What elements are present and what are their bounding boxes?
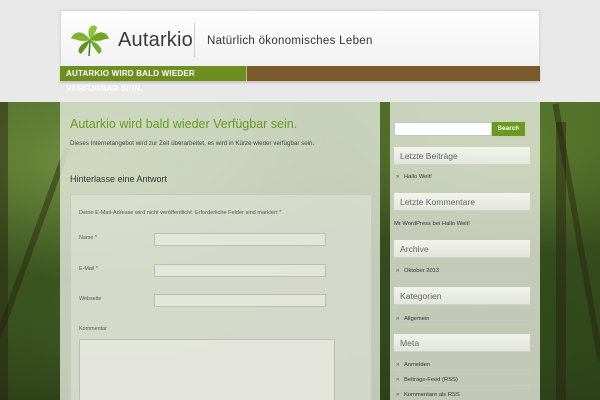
comment-label: Kommentar [79,326,107,332]
category-link[interactable]: Allgemein [394,313,530,325]
widget-title-recent-posts: Letzte Beiträge [394,147,530,165]
website-input[interactable] [154,294,326,307]
recent-comment[interactable]: Mr WordPress bei Hallo Welt! [394,221,470,227]
leaf-logo-icon[interactable] [69,23,111,57]
recent-post-link[interactable]: Hallo Welt! [394,171,530,183]
comment-form: Deine E-Mail-Adresse wird nicht veröffen… [70,194,372,400]
meta-feed-link[interactable]: Beitrags-Feed (RSS) [394,374,530,386]
archive-link[interactable]: Oktober 2013 [394,265,530,277]
name-label: Name * [79,235,97,241]
email-input[interactable] [154,264,326,277]
main-navigation: AUTARKIO WIRD BALD WIEDER VERFÜGBAR SEIN… [60,66,540,93]
post-text: Dieses Internetangebot wird zur Zeit übe… [70,140,315,147]
comment-textarea[interactable] [79,339,335,400]
main-content: Autarkio wird bald wieder Verfügbar sein… [60,102,380,400]
search-input[interactable] [394,122,492,136]
search-button[interactable]: Search [492,122,525,136]
header-divider [194,23,195,57]
widget-title-recent-comments: Letzte Kommentare [394,193,530,211]
widget-title-meta: Meta [394,334,530,352]
email-label: E-Mail * [79,266,98,272]
reply-title: Hinterlasse eine Antwort [70,174,168,184]
post-title[interactable]: Autarkio wird bald wieder Verfügbar sein… [70,117,297,131]
site-description: Natürlich ökonomisches Leben [207,35,373,47]
meta-login-link[interactable]: Anmelden [394,359,530,371]
tree-trunk [0,102,8,400]
site-header: Autarkio Natürlich ökonomisches Leben [60,10,540,66]
form-note: Deine E-Mail-Adresse wird nicht veröffen… [79,210,282,216]
widget-title-archive: Archive [394,240,530,258]
sidebar: Search Letzte Beiträge Hallo Welt! Letzt… [390,102,540,400]
nav-item-home[interactable]: AUTARKIO WIRD BALD WIEDER VERFÜGBAR SEIN… [60,66,247,93]
name-input[interactable] [154,233,326,246]
site-title[interactable]: Autarkio [118,29,193,52]
widget-title-categories: Kategorien [394,287,530,305]
meta-comments-feed-link[interactable]: Kommentare als RSS [394,389,530,400]
website-label: Webseite [79,296,102,302]
